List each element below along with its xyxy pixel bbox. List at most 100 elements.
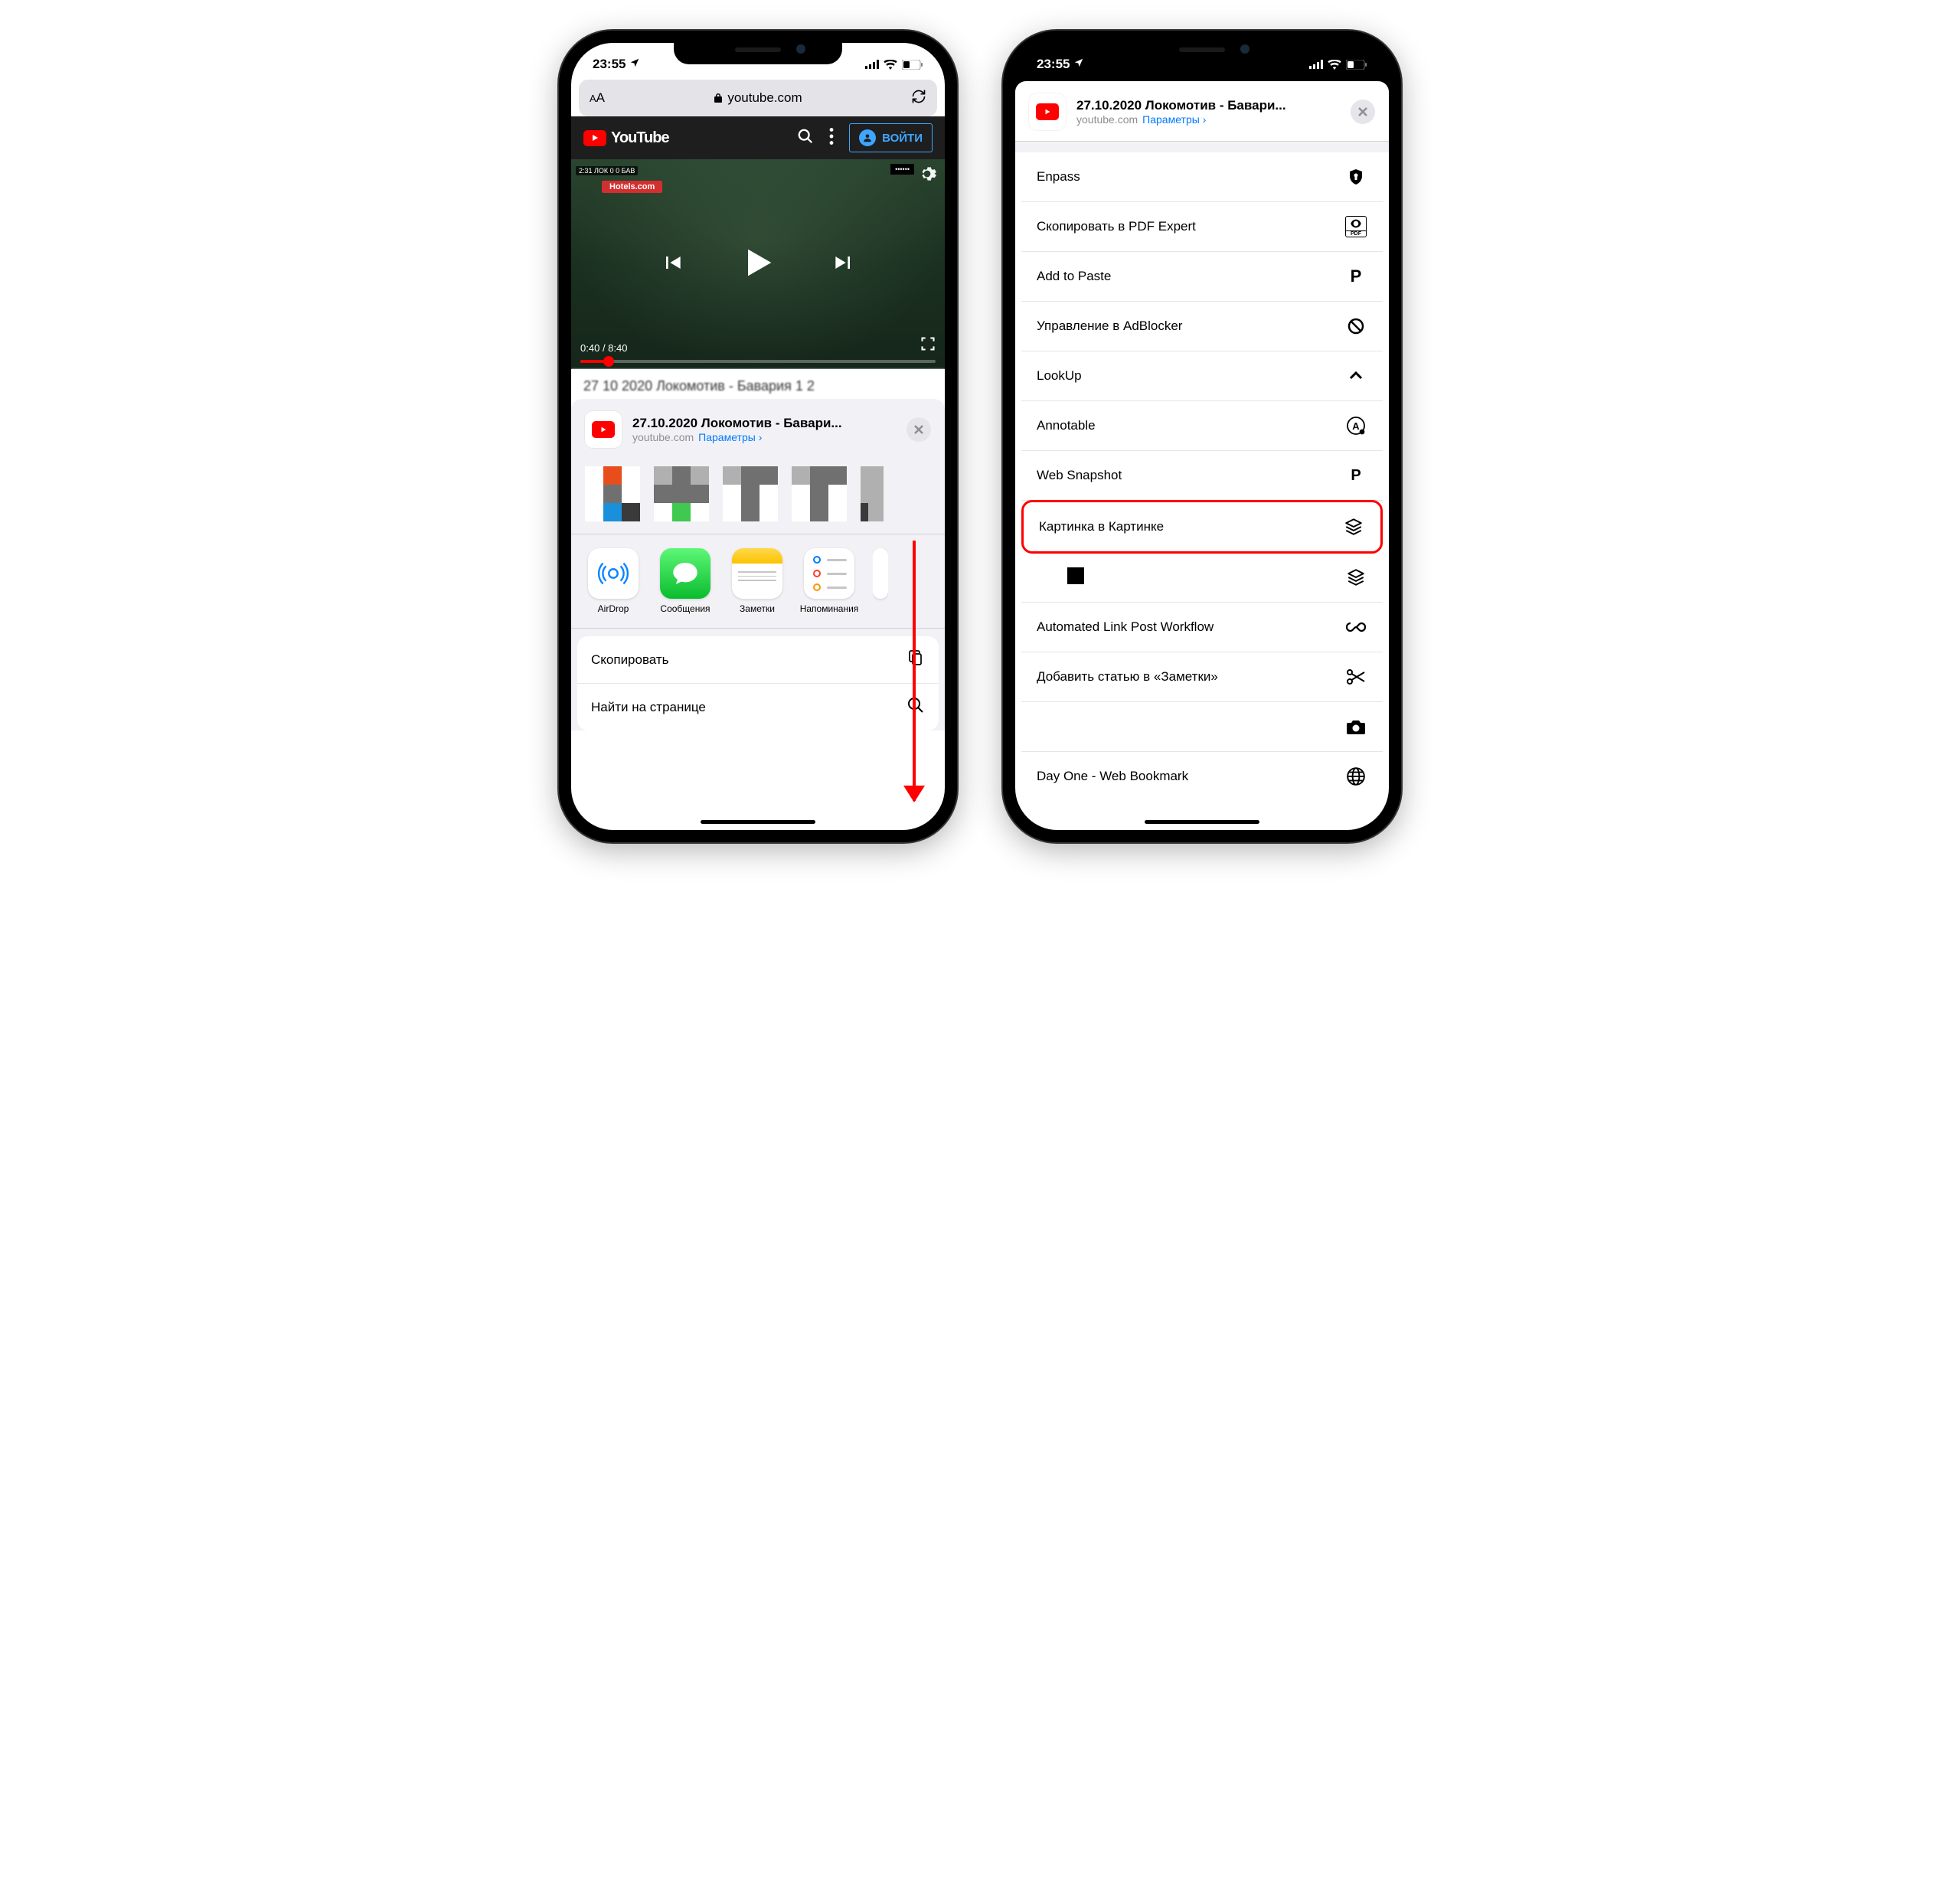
action-row-1[interactable]: Скопировать в PDF Expert PDF	[1021, 202, 1383, 252]
share-title: 27.10.2020 Локомотив - Бавари...	[632, 416, 896, 431]
share-sheet: 27.10.2020 Локомотив - Бавари... youtube…	[571, 399, 945, 730]
action-label: Скопировать в PDF Expert	[1037, 219, 1196, 234]
status-time: 23:55	[1037, 57, 1070, 72]
address-bar[interactable]: AA youtube.com	[579, 80, 937, 116]
action-label: Day One - Web Bookmark	[1037, 769, 1188, 784]
text-size-icon[interactable]: AA	[590, 90, 605, 106]
share-sheet-full: 27.10.2020 Локомотив - Бавари... youtube…	[1015, 81, 1389, 830]
action-row-5[interactable]: Annotable A	[1021, 401, 1383, 451]
phone-left: 23:55 AA youtube.com YouTube	[559, 31, 957, 842]
contact-item[interactable]	[723, 466, 778, 521]
location-icon	[629, 57, 640, 72]
action-label: Annotable	[1037, 418, 1096, 433]
phone-right: 23:55 27.10.2020 Локомотив - Бавари... y…	[1003, 31, 1401, 842]
copy-icon	[906, 649, 925, 671]
contact-item[interactable]	[654, 466, 709, 521]
contact-item[interactable]	[585, 466, 640, 521]
action-copy[interactable]: Скопировать	[577, 636, 939, 684]
share-apps-row: AirDrop Сообщения Заметки Напомин	[571, 534, 945, 629]
share-domain: youtube.com	[1076, 113, 1138, 126]
contact-item[interactable]	[861, 466, 884, 521]
wifi-icon	[884, 60, 897, 70]
fullscreen-icon[interactable]	[920, 336, 936, 354]
share-options-link[interactable]: Параметры ›	[698, 431, 762, 443]
video-progress[interactable]	[580, 360, 936, 363]
action-label: LookUp	[1037, 368, 1082, 384]
contact-item[interactable]	[792, 466, 847, 521]
youtube-header: YouTube ВОЙТИ	[571, 116, 945, 159]
share-contacts-row	[571, 459, 945, 534]
action-label: Добавить статью в «Заметки»	[1037, 669, 1218, 685]
share-title: 27.10.2020 Локомотив - Бавари...	[1076, 98, 1340, 113]
score-text: 2:31 ЛОК 0 0 БАВ	[576, 166, 638, 175]
app-notes[interactable]: Заметки	[729, 548, 786, 614]
home-indicator[interactable]	[1145, 820, 1259, 824]
lock-icon	[714, 93, 723, 103]
shield-icon	[1344, 165, 1367, 188]
action-label: Add to Paste	[1037, 269, 1111, 284]
action-row-11[interactable]	[1021, 702, 1383, 752]
video-player[interactable]: 2:31 ЛОК 0 0 БАВ Hotels.com •••••• 0:40 …	[571, 159, 945, 369]
battery-icon	[902, 60, 923, 70]
action-row-0[interactable]: Enpass	[1021, 152, 1383, 202]
action-label: Enpass	[1037, 169, 1080, 185]
banner-ad: Hotels.com	[602, 181, 662, 193]
app-messages[interactable]: Сообщения	[657, 548, 714, 614]
action-find[interactable]: Найти на странице	[577, 684, 939, 730]
stack-icon	[1344, 566, 1367, 589]
wifi-icon	[1328, 60, 1341, 70]
chevron-up-icon	[1344, 364, 1367, 387]
annotation-arrow	[913, 541, 916, 801]
globe-icon	[1344, 765, 1367, 788]
share-domain: youtube.com	[632, 431, 694, 443]
action-label: Web Snapshot	[1037, 468, 1122, 483]
action-row-12[interactable]: Day One - Web Bookmark	[1021, 752, 1383, 801]
p-small-icon: P	[1344, 464, 1367, 487]
action-label: Automated Link Post Workflow	[1037, 619, 1214, 635]
action-row-4[interactable]: LookUp	[1021, 351, 1383, 401]
action-label: Управление в AdBlocker	[1037, 319, 1182, 334]
url-text: youtube.com	[727, 90, 802, 106]
action-row-9[interactable]: Automated Link Post Workflow	[1021, 603, 1383, 652]
infinity-icon	[1344, 616, 1367, 639]
gear-icon[interactable]	[917, 164, 937, 184]
play-icon[interactable]	[738, 243, 778, 286]
app-more[interactable]	[873, 548, 888, 614]
close-icon[interactable]	[906, 417, 931, 442]
circle-a-icon: A	[1344, 414, 1367, 437]
action-row-10[interactable]: Добавить статью в «Заметки»	[1021, 652, 1383, 702]
action-row-6[interactable]: Web Snapshot P	[1021, 451, 1383, 501]
search-icon[interactable]	[797, 128, 814, 149]
battery-icon	[1346, 60, 1367, 70]
action-label	[1037, 567, 1084, 588]
svg-text:A: A	[1352, 420, 1360, 432]
cell-signal-icon	[1309, 60, 1323, 69]
cell-signal-icon	[865, 60, 879, 69]
app-reminders[interactable]: Напоминания	[801, 548, 858, 614]
home-indicator[interactable]	[701, 820, 815, 824]
block-icon	[1344, 315, 1367, 338]
p-bold-icon: P	[1344, 265, 1367, 288]
next-icon[interactable]	[831, 250, 856, 279]
action-row-8[interactable]	[1021, 553, 1383, 603]
more-icon[interactable]	[820, 128, 843, 149]
video-badge: ••••••	[890, 164, 914, 175]
signin-button[interactable]: ВОЙТИ	[849, 123, 933, 152]
close-icon[interactable]	[1351, 100, 1375, 124]
action-row-7[interactable]: Картинка в Картинке	[1021, 500, 1383, 554]
video-current-time: 0:40	[580, 342, 599, 354]
action-label: Картинка в Картинке	[1039, 519, 1164, 534]
status-time: 23:55	[593, 57, 626, 72]
action-row-3[interactable]: Управление в AdBlocker	[1021, 302, 1383, 351]
youtube-logo[interactable]: YouTube	[583, 129, 791, 147]
share-source-icon	[1029, 93, 1066, 130]
location-icon	[1073, 57, 1084, 72]
pdf-icon: PDF	[1344, 215, 1367, 238]
share-options-link[interactable]: Параметры ›	[1142, 113, 1206, 126]
camera-icon	[1344, 715, 1367, 738]
action-row-2[interactable]: Add to Paste P	[1021, 252, 1383, 302]
app-airdrop[interactable]: AirDrop	[585, 548, 642, 614]
previous-icon[interactable]	[660, 250, 684, 279]
search-icon	[906, 696, 925, 718]
reload-icon[interactable]	[911, 89, 926, 108]
